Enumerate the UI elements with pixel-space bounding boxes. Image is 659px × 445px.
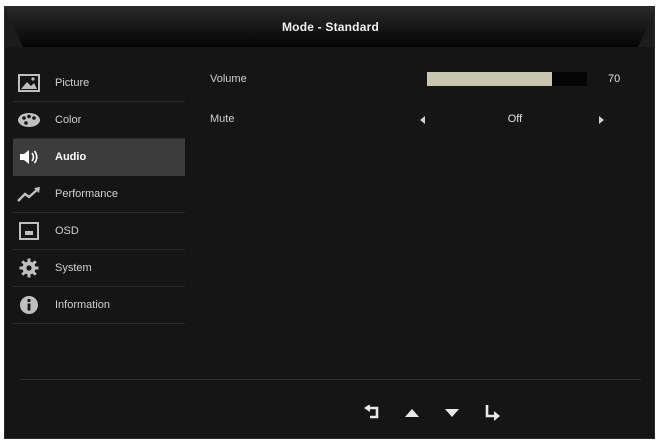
volume-slider[interactable]: [427, 72, 587, 86]
sidebar-item-osd[interactable]: OSD: [13, 213, 185, 250]
sidebar-item-system[interactable]: System: [13, 250, 185, 287]
info-icon: [15, 294, 43, 316]
volume-row[interactable]: Volume 70: [205, 65, 645, 105]
picture-icon: [15, 72, 43, 94]
sidebar-item-label: Information: [55, 299, 111, 311]
sidebar-item-audio[interactable]: Audio: [13, 139, 185, 176]
volume-slider-fill: [427, 72, 552, 86]
sidebar-item-label: System: [55, 262, 92, 274]
gear-icon: [15, 257, 43, 279]
navigation-keys: [361, 403, 503, 423]
sidebar-item-label: Picture: [55, 77, 90, 89]
down-icon[interactable]: [441, 403, 463, 423]
footer-divider: [19, 379, 641, 380]
page-title: Mode - Standard: [281, 20, 379, 34]
osd-icon: [15, 220, 43, 242]
enter-icon[interactable]: [481, 403, 503, 423]
volume-value: 70: [608, 73, 621, 85]
speaker-icon: [15, 146, 43, 168]
sidebar-item-color[interactable]: Color: [13, 102, 185, 139]
mute-next-icon[interactable]: [599, 116, 604, 124]
sidebar-item-performance[interactable]: Performance: [13, 176, 185, 213]
header: Mode - Standard: [5, 7, 654, 53]
sidebar-item-label: Performance: [55, 188, 118, 200]
up-icon[interactable]: [401, 403, 423, 423]
sidebar-item-picture[interactable]: Picture: [13, 65, 185, 102]
mute-value: Off: [507, 113, 523, 125]
osd-menu: Mode - Standard Picture Color Audio Perf…: [4, 6, 655, 439]
audio-settings-panel: Volume 70 Mute Off: [205, 65, 645, 145]
sidebar-item-label: Audio: [55, 151, 87, 163]
mute-row[interactable]: Mute Off: [205, 105, 645, 145]
sidebar: Picture Color Audio Performance OSD Syst…: [13, 65, 185, 324]
sidebar-item-label: OSD: [55, 225, 79, 237]
mute-label: Mute: [210, 113, 235, 125]
sidebar-item-label: Color: [55, 114, 82, 126]
palette-icon: [15, 109, 43, 131]
mute-prev-icon[interactable]: [420, 116, 425, 124]
back-icon[interactable]: [361, 403, 383, 423]
performance-icon: [15, 183, 43, 205]
sidebar-item-information[interactable]: Information: [13, 287, 185, 324]
volume-label: Volume: [210, 73, 247, 85]
